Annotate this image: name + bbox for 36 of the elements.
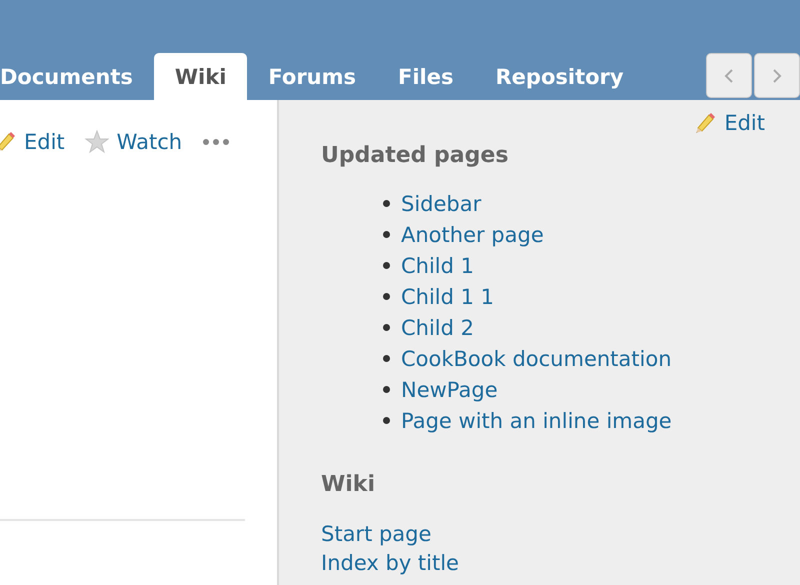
bullet-icon [383, 386, 390, 393]
edit-link[interactable]: Edit [724, 111, 765, 135]
tab[interactable]: Forums [247, 53, 378, 100]
more-icon[interactable] [202, 138, 230, 146]
page-link[interactable]: Child 1 [401, 254, 474, 278]
page-link[interactable]: Another page [401, 222, 544, 246]
page-link[interactable]: NewPage [401, 378, 498, 402]
section-heading: Updated pages [321, 142, 510, 168]
scroll-right-button[interactable] [754, 53, 800, 98]
edit-link[interactable]: Edit [24, 130, 65, 154]
page-link[interactable]: Child 1 1 [401, 284, 494, 308]
section-heading: Wiki [321, 471, 376, 497]
tab[interactable]: Repository [474, 53, 645, 100]
bullet-icon [383, 355, 390, 362]
page-link[interactable]: Child 2 [401, 316, 474, 340]
page-link[interactable]: Sidebar [401, 192, 482, 216]
pencil-icon [694, 112, 716, 134]
page-link[interactable]: Start page [321, 522, 432, 546]
tab[interactable]: Files [377, 53, 474, 100]
pencil-icon [0, 131, 16, 153]
page-link[interactable]: Index by title [321, 550, 459, 574]
bullet-icon [383, 200, 390, 207]
page-link[interactable]: Page with an inline image [401, 408, 672, 432]
bullet-icon [383, 417, 390, 424]
bullet-icon [383, 231, 390, 238]
chevron-left-icon [724, 68, 734, 84]
bullet-icon [383, 293, 390, 300]
bullet-icon [383, 262, 390, 269]
tab[interactable]: Documents [0, 53, 154, 100]
tab[interactable]: Wiki [154, 53, 248, 100]
page-link[interactable]: CookBook documentation [401, 346, 672, 370]
star-icon [84, 130, 109, 154]
scroll-left-button[interactable] [706, 53, 752, 98]
chevron-right-icon [772, 68, 782, 84]
bullet-icon [383, 324, 390, 331]
watch-link[interactable]: Watch [116, 130, 182, 154]
